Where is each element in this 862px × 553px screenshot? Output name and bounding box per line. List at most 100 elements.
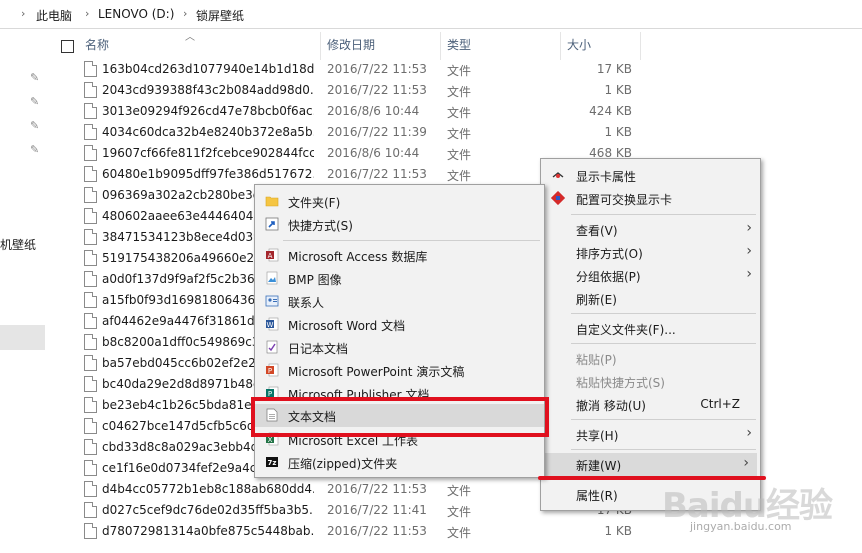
file-icon — [84, 271, 97, 287]
menu-item-sort[interactable]: 排序方式(O) › — [541, 241, 760, 264]
menu-separator — [571, 313, 756, 314]
table-row[interactable]: 163b04cd263d1077940e14b1d18d... 2016/7/22… — [0, 59, 640, 80]
sort-ascending-icon: ︿ — [185, 32, 195, 43]
file-icon — [84, 229, 97, 245]
column-header-type[interactable]: 类型 — [447, 36, 471, 58]
file-icon — [84, 103, 97, 119]
submenu-item-folder[interactable]: 文件夹(F) — [255, 190, 544, 213]
zip-archive-icon: 7z — [266, 457, 278, 467]
file-date: 2016/7/22 11:39 — [327, 125, 427, 139]
submenu-item-journal[interactable]: 日记本文档 — [255, 336, 544, 359]
file-name: 4034c60dca32b4e8240b372e8a5b... — [102, 125, 314, 139]
submenu-item-word[interactable]: W Microsoft Word 文档 — [255, 313, 544, 336]
file-type: 文件 — [447, 106, 472, 120]
address-bar[interactable]: › 此电脑 › LENOVO (D:) › 锁屏壁纸 — [0, 0, 862, 29]
menu-item-group[interactable]: 分组依据(P) › — [541, 264, 760, 287]
file-name: 19607cf66fe811f2fcebce902844fcc... — [102, 146, 314, 160]
column-header-size[interactable]: 大小 — [567, 36, 591, 58]
menu-item-refresh[interactable]: 刷新(E) — [541, 287, 760, 310]
file-type: 文件 — [447, 148, 472, 162]
column-divider[interactable] — [320, 32, 321, 60]
file-icon — [84, 481, 97, 497]
table-row[interactable]: d78072981314a0bfe875c5448bab... 2016/7/22… — [0, 521, 640, 542]
display-card-icon — [552, 172, 564, 178]
journal-icon — [266, 340, 278, 354]
powerpoint-icon: P — [266, 363, 279, 377]
file-icon — [84, 334, 97, 350]
file-date: 2016/7/22 11:53 — [327, 167, 427, 181]
column-header-date[interactable]: 修改日期 — [327, 36, 375, 58]
menu-item-paste-shortcut[interactable]: 粘贴快捷方式(S) — [541, 370, 760, 393]
table-row[interactable]: 4034c60dca32b4e8240b372e8a5b... 2016/7/22… — [0, 122, 640, 143]
breadcrumb-this-pc[interactable]: 此电脑 — [36, 7, 72, 24]
file-date: 2016/8/6 10:44 — [327, 146, 420, 160]
file-size: 1 KB — [604, 83, 632, 97]
file-icon — [84, 187, 97, 203]
table-row[interactable]: 3013e09294f926cd47e78bcb0f6ac... 2016/8/6… — [0, 101, 640, 122]
file-type: 文件 — [447, 484, 472, 498]
context-menu[interactable]: 显示卡属性 配置可交换显示卡 查看(V) › 排序方式(O) › 分组依据(P)… — [540, 158, 761, 511]
menu-item-new[interactable]: 新建(W) › — [544, 453, 757, 476]
highlight-box — [251, 397, 549, 437]
file-type: 文件 — [447, 505, 472, 519]
submenu-item-powerpoint[interactable]: P Microsoft PowerPoint 演示文稿 — [255, 359, 544, 382]
submenu-item-shortcut[interactable]: 快捷方式(S) — [255, 213, 544, 236]
breadcrumb-folder[interactable]: 锁屏壁纸 — [196, 7, 244, 24]
column-header-name[interactable]: 名称 — [85, 36, 109, 58]
bmp-image-icon — [266, 271, 278, 285]
contact-icon — [265, 295, 279, 307]
submenu-item-zip[interactable]: 7z 压缩(zipped)文件夹 — [255, 451, 544, 474]
submenu-item-access[interactable]: A Microsoft Access 数据库 — [255, 244, 544, 267]
file-type: 文件 — [447, 127, 472, 141]
file-icon — [84, 208, 97, 224]
chevron-right-icon: › — [746, 425, 752, 441]
file-name: 60480e1b9095dff97fe386d517672... — [102, 167, 314, 181]
shortcut-icon — [265, 217, 279, 231]
gpu-switch-icon — [551, 191, 565, 205]
menu-item-view[interactable]: 查看(V) › — [541, 218, 760, 241]
access-icon: A — [266, 248, 279, 262]
file-date: 2016/7/22 11:53 — [327, 482, 427, 496]
file-type: 文件 — [447, 526, 472, 540]
file-icon — [84, 376, 97, 392]
file-size: 424 KB — [589, 104, 632, 118]
file-icon — [84, 61, 97, 77]
file-icon — [84, 124, 97, 140]
menu-item-share[interactable]: 共享(H) › — [541, 423, 760, 446]
submenu-item-bmp[interactable]: BMP 图像 — [255, 267, 544, 290]
file-icon — [84, 397, 97, 413]
file-size: 1 KB — [604, 524, 632, 538]
breadcrumb-drive[interactable]: LENOVO (D:) — [98, 7, 174, 21]
file-icon — [84, 250, 97, 266]
table-row[interactable]: 2043cd939388f43c2b084add98d0... 2016/7/22… — [0, 80, 640, 101]
column-divider[interactable] — [440, 32, 441, 60]
file-icon — [84, 355, 97, 371]
file-icon — [84, 460, 97, 476]
menu-separator — [283, 240, 540, 241]
file-icon — [84, 166, 97, 182]
chevron-right-icon: › — [183, 7, 188, 20]
svg-text:A: A — [268, 252, 273, 260]
baidu-watermark-url: jingyan.baidu.com — [690, 520, 792, 533]
file-name: 163b04cd263d1077940e14b1d18d... — [102, 62, 314, 76]
menu-item-paste[interactable]: 粘贴(P) — [541, 347, 760, 370]
chevron-right-icon: › — [746, 220, 752, 236]
submenu-item-contact[interactable]: 联系人 — [255, 290, 544, 313]
select-all-checkbox[interactable] — [61, 40, 74, 53]
file-date: 2016/7/22 11:41 — [327, 503, 427, 517]
word-icon: W — [266, 317, 279, 331]
file-size: 1 KB — [604, 125, 632, 139]
column-divider[interactable] — [640, 32, 641, 60]
file-icon — [84, 418, 97, 434]
menu-item-switchable-gpu[interactable]: 配置可交换显示卡 — [541, 187, 760, 210]
menu-item-undo[interactable]: 撤消 移动(U) Ctrl+Z — [541, 393, 760, 416]
menu-item-customize-folder[interactable]: 自定义文件夹(F)... — [541, 317, 760, 340]
svg-text:X: X — [268, 436, 273, 444]
menu-item-display-properties[interactable]: 显示卡属性 — [541, 164, 760, 187]
file-name: d4b4cc05772b1eb8c188ab680dd4... — [102, 482, 314, 496]
file-date: 2016/7/22 11:53 — [327, 83, 427, 97]
file-size: 17 KB — [596, 62, 632, 76]
file-name: d78072981314a0bfe875c5448bab... — [102, 524, 314, 538]
svg-text:P: P — [268, 367, 272, 375]
column-divider[interactable] — [560, 32, 561, 60]
